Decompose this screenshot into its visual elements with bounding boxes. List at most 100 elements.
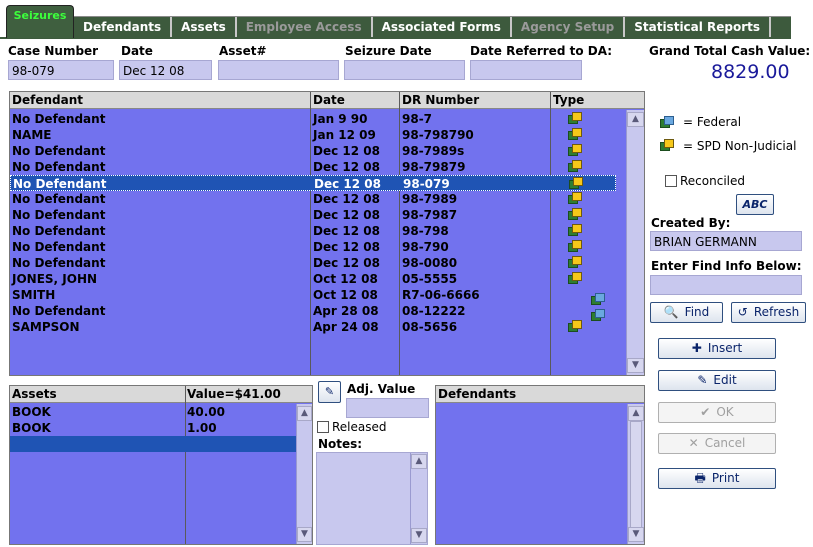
tab-associated-forms[interactable]: Associated Forms	[373, 16, 512, 39]
col-dr-number[interactable]: DR Number	[402, 93, 479, 107]
adjust-value-button[interactable]: ✎	[318, 381, 341, 403]
scroll-up-button[interactable]: ▲	[628, 406, 644, 421]
seizure-date-cell: Dec 12 08	[313, 192, 380, 206]
seizure-row[interactable]: No Defendant Dec 12 08 98-079	[10, 175, 616, 191]
seizure-date-cell: Dec 12 08	[313, 160, 380, 174]
seizure-row[interactable]: No Defendant Dec 12 08 98-790	[10, 239, 616, 255]
col-date[interactable]: Date	[313, 93, 345, 107]
tab-seizures[interactable]: Seizures	[6, 5, 74, 38]
tab-agency-setup[interactable]: Agency Setup	[512, 16, 626, 39]
seizures-grid-header: Defendant Date DR Number Type	[10, 92, 644, 109]
tab-statistical-reports[interactable]: Statistical Reports	[625, 16, 772, 39]
seizure-dr-cell: 98-7	[402, 112, 433, 126]
tab-employee-access[interactable]: Employee Access	[237, 16, 373, 39]
notes-scrollbar[interactable]: ▲ ▼	[410, 453, 427, 544]
scroll-up-button[interactable]: ▲	[627, 112, 644, 127]
seizure-row[interactable]: SMITH Oct 12 08 R7-06-6666	[10, 287, 616, 305]
case-number-label: Case Number	[8, 44, 99, 58]
print-button[interactable]: 🖶 Print	[658, 468, 776, 489]
scroll-down-button[interactable]: ▼	[411, 528, 427, 543]
money-spd-icon	[569, 177, 583, 191]
scroll-thumb[interactable]	[630, 421, 642, 541]
money-spd-icon	[568, 208, 582, 222]
asset-row[interactable]: BOOK 1.00	[10, 420, 296, 436]
date-field[interactable]: Dec 12 08	[119, 60, 212, 80]
seizure-row[interactable]: No Defendant Apr 28 08 08-12222	[10, 303, 616, 321]
seizure-date-field[interactable]	[344, 60, 465, 80]
grand-total-label: Grand Total Cash Value:	[649, 44, 811, 58]
col-value[interactable]: Value=$41.00	[187, 387, 281, 401]
scroll-down-button[interactable]: ▼	[297, 527, 312, 542]
money-spd-icon	[568, 112, 582, 126]
seizure-defendant-cell: No Defendant	[12, 192, 106, 206]
seizure-row[interactable]: No Defendant Dec 12 08 98-7989s	[10, 143, 616, 159]
seizure-defendant-cell: SAMPSON	[12, 320, 80, 334]
scroll-down-button[interactable]: ▼	[628, 527, 644, 542]
money-spd-icon	[568, 128, 582, 142]
seizure-row[interactable]: JONES, JOHN Oct 12 08 05-5555	[10, 271, 616, 287]
seizure-dr-cell: 98-798	[402, 224, 449, 238]
scroll-down-button[interactable]: ▼	[627, 358, 644, 373]
asset-name-cell: BOOK	[12, 405, 51, 419]
col-defendant[interactable]: Defendant	[12, 93, 83, 107]
scroll-up-button[interactable]: ▲	[411, 454, 427, 469]
spell-check-button[interactable]: ABC	[736, 194, 774, 215]
cancel-button[interactable]: ✕ Cancel	[658, 433, 776, 454]
print-button-label: Print	[711, 471, 740, 485]
tab-assets[interactable]: Assets	[172, 16, 237, 39]
seizure-row[interactable]: No Defendant Dec 12 08 98-7987	[10, 207, 616, 223]
seizure-dr-cell: 08-5656	[402, 320, 458, 334]
seizure-row[interactable]: SAMPSON Apr 24 08 08-5656	[10, 319, 616, 335]
edit-button[interactable]: ✎ Edit	[658, 370, 776, 391]
defendants-scrollbar[interactable]: ▲ ▼	[627, 404, 644, 544]
seizures-scrollbar[interactable]: ▲ ▼	[626, 110, 644, 375]
asset-number-label: Asset#	[219, 44, 267, 58]
insert-icon: ✚	[691, 341, 702, 355]
ok-button[interactable]: ✔ OK	[658, 402, 776, 423]
seizure-dr-cell: R7-06-6666	[402, 288, 480, 302]
asset-name-cell: BOOK	[12, 421, 51, 435]
seizure-date-cell: Dec 12 08	[313, 224, 380, 238]
insert-button-label: Insert	[707, 341, 743, 355]
date-referred-field[interactable]	[470, 60, 582, 80]
assets-scrollbar[interactable]: ▲ ▼	[296, 404, 312, 544]
tab-defendants[interactable]: Defendants	[74, 16, 173, 39]
seizure-date-cell: Oct 12 08	[313, 288, 378, 302]
seizure-row[interactable]: No Defendant Dec 12 08 98-0080	[10, 255, 616, 271]
scroll-up-button[interactable]: ▲	[297, 406, 312, 421]
find-info-label: Enter Find Info Below:	[651, 259, 802, 273]
insert-button[interactable]: ✚ Insert	[658, 338, 776, 359]
defendants-grid-header: Defendants	[436, 386, 644, 403]
col-type[interactable]: Type	[553, 93, 584, 107]
col-assets[interactable]: Assets	[12, 387, 57, 401]
assets-grid-header: Assets Value=$41.00	[10, 386, 312, 403]
seizure-defendant-cell: No Defendant	[13, 177, 107, 191]
refresh-icon: ↺	[737, 305, 748, 319]
refresh-button[interactable]: ↺ Refresh	[731, 302, 806, 323]
case-number-field[interactable]: 98-079	[8, 60, 114, 80]
adj-value-field[interactable]	[346, 398, 429, 418]
asset-row[interactable]: BOOK 40.00	[10, 404, 296, 420]
seizure-row[interactable]: No Defendant Jan 9 90 98-7	[10, 111, 616, 127]
asset-number-field[interactable]	[218, 60, 339, 80]
seizure-row[interactable]: No Defendant Dec 12 08 98-798	[10, 223, 616, 239]
money-spd-icon	[568, 192, 582, 206]
seizure-row[interactable]: No Defendant Dec 12 08 98-7989	[10, 191, 616, 207]
money-spd-icon	[568, 144, 582, 158]
seizure-defendant-cell: No Defendant	[12, 208, 106, 222]
find-button[interactable]: 🔍 Find	[650, 302, 723, 323]
find-icon: 🔍	[663, 305, 679, 319]
col-defendants[interactable]: Defendants	[438, 387, 516, 401]
date-label: Date	[121, 44, 153, 58]
reconciled-checkbox[interactable]	[665, 175, 677, 187]
seizure-defendant-cell: No Defendant	[12, 112, 106, 126]
legend-spd: = SPD Non-Judicial	[683, 139, 797, 153]
money-federal-icon	[660, 116, 674, 130]
assets-grid: Assets Value=$41.00 BOOK 40.00 BOOK 1.00 ▲ …	[9, 385, 313, 545]
released-checkbox[interactable]	[317, 421, 329, 433]
find-input[interactable]	[650, 275, 802, 295]
seizure-row[interactable]: NAME Jan 12 09 98-798790	[10, 127, 616, 143]
asset-new-row[interactable]	[10, 436, 296, 452]
seizure-row[interactable]: No Defendant Dec 12 08 98-79879	[10, 159, 616, 175]
adjust-value-icon: ✎	[324, 385, 335, 398]
